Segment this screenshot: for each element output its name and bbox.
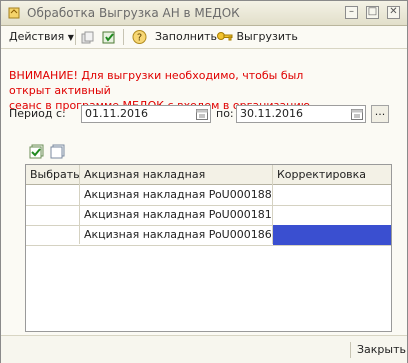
fill-button[interactable]: Заполнить (155, 29, 217, 45)
period-to-field[interactable]: 30.11.2016 (236, 105, 366, 123)
actions-menu[interactable]: Действия ▼ (9, 29, 74, 45)
app-icon (8, 7, 20, 19)
close-window-button[interactable]: ✕ (387, 6, 400, 19)
table-row[interactable]: Акцизная накладная PoU000188 о... (26, 185, 391, 206)
period-select-button[interactable]: ... (371, 105, 389, 123)
invoices-table: Выбрать Акцизная накладная Корректировка… (25, 164, 392, 332)
warning-line-1: ВНИМАНИЕ! Для выгрузки необходимо, чтобы… (9, 69, 304, 97)
chevron-down-icon: ▼ (67, 33, 74, 42)
calendar-icon[interactable] (351, 108, 363, 120)
select-cell[interactable] (26, 185, 79, 205)
footer: Закрыть (1, 335, 407, 363)
invoice-cell[interactable]: Акцизная накладная PoU000181 о... (80, 205, 272, 225)
save-icon[interactable] (102, 30, 116, 46)
period-from-label: Период с: (9, 107, 66, 120)
table-row[interactable]: Акцизная накладная PoU000186 о... (26, 225, 391, 246)
processing-window: Обработка Выгрузка АН в МЕДОК – □ ✕ Дейс… (0, 0, 408, 363)
correction-cell[interactable] (273, 205, 391, 225)
column-header-correction[interactable]: Корректировка (273, 165, 391, 184)
svg-text:?: ? (137, 33, 142, 44)
period-to-value: 30.11.2016 (240, 107, 303, 120)
key-icon (217, 32, 233, 41)
toolbar-separator (123, 29, 124, 45)
maximize-button[interactable]: □ (366, 6, 379, 19)
close-button[interactable]: Закрыть (350, 342, 406, 358)
select-cell[interactable] (26, 225, 79, 245)
table-row[interactable]: Акцизная накладная PoU000181 о... (26, 205, 391, 226)
correction-cell-selected[interactable] (273, 225, 391, 245)
calendar-icon[interactable] (196, 108, 208, 120)
toolbar: Действия ▼ ? Заполнить Выгрузить (1, 26, 407, 49)
column-header-select[interactable]: Выбрать (26, 165, 80, 184)
uncheck-all-icon[interactable] (50, 144, 66, 160)
correction-cell[interactable] (273, 185, 391, 205)
invoice-cell[interactable]: Акцизная накладная PoU000188 о... (80, 185, 272, 205)
title-bar: Обработка Выгрузка АН в МЕДОК – □ ✕ (1, 1, 407, 26)
actions-label: Действия (9, 30, 65, 43)
window-title: Обработка Выгрузка АН в МЕДОК (27, 6, 240, 20)
copy-icon[interactable] (81, 30, 95, 46)
period-from-field[interactable]: 01.11.2016 (81, 105, 211, 123)
export-button[interactable]: Выгрузить (217, 29, 298, 45)
minimize-button[interactable]: – (345, 6, 358, 19)
period-to-label: по: (216, 107, 234, 120)
period-from-value: 01.11.2016 (85, 107, 148, 120)
select-cell[interactable] (26, 205, 79, 225)
help-icon[interactable]: ? (132, 29, 147, 45)
toolbar-separator (75, 29, 76, 45)
table-header: Выбрать Акцизная накладная Корректировка (26, 165, 391, 185)
column-header-invoice[interactable]: Акцизная накладная (80, 165, 272, 184)
check-all-icon[interactable] (29, 144, 45, 160)
export-label: Выгрузить (236, 30, 298, 43)
invoice-cell[interactable]: Акцизная накладная PoU000186 о... (80, 225, 272, 245)
